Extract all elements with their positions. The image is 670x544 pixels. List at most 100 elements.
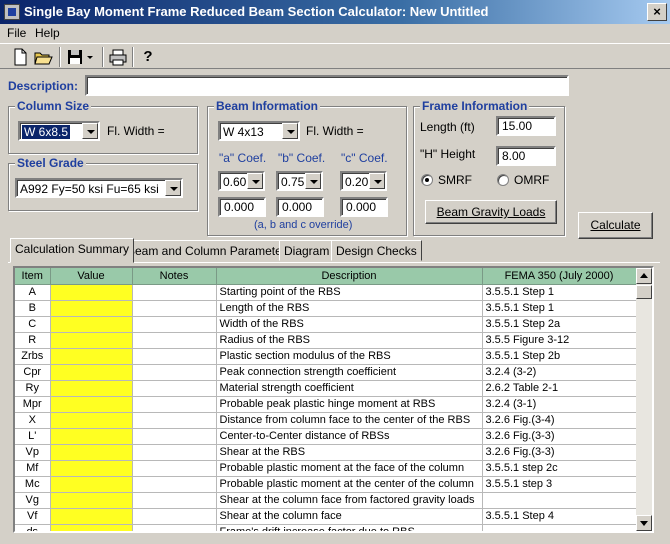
table-row[interactable]: ds Frame's drift increase factor due to R…	[15, 524, 637, 531]
save-disk-icon[interactable]	[65, 47, 85, 67]
scroll-thumb[interactable]	[636, 285, 652, 299]
calculate-button[interactable]: Calculate	[578, 212, 653, 239]
table-row[interactable]: Mpr Probable peak plastic hinge moment at…	[15, 396, 637, 413]
column-header-item[interactable]: Item	[15, 268, 51, 285]
save-dropdown-arrow-icon[interactable]	[84, 47, 96, 67]
cell-notes[interactable]	[132, 444, 217, 461]
tab-beam-column-parameters[interactable]: Beam and Column Parameters	[122, 240, 297, 261]
cell-description: Shear at the RBS	[216, 444, 483, 461]
cell-notes[interactable]	[132, 428, 217, 445]
cell-value[interactable]	[50, 428, 133, 445]
calculation-summary-grid[interactable]: Item Value Notes Description FEMA 350 (J…	[13, 266, 654, 533]
coef-c-select[interactable]: 0.20	[340, 171, 387, 191]
cell-value[interactable]	[50, 316, 133, 333]
close-button[interactable]: ×	[647, 3, 667, 21]
cell-value[interactable]	[50, 364, 133, 381]
cell-notes[interactable]	[132, 508, 217, 525]
cell-notes[interactable]	[132, 492, 217, 509]
coef-b-select[interactable]: 0.75	[276, 171, 323, 191]
override-c-input[interactable]: 0.000	[340, 197, 388, 217]
column-size-select[interactable]: W 6x8.5	[18, 121, 100, 141]
chevron-down-icon[interactable]	[247, 173, 263, 189]
cell-notes[interactable]	[132, 300, 217, 317]
table-row[interactable]: C Width of the RBS 3.5.5.1 Step 2a	[15, 316, 637, 333]
tab-diagram[interactable]: Diagram	[279, 240, 335, 261]
steel-grade-value: A992 Fy=50 ksi Fu=65 ksi	[20, 182, 159, 196]
cell-description: Distance from column face to the center …	[216, 412, 483, 429]
cell-item: A	[15, 284, 51, 301]
cell-notes[interactable]	[132, 348, 217, 365]
steel-grade-select[interactable]: A992 Fy=50 ksi Fu=65 ksi	[15, 178, 183, 198]
open-folder-icon[interactable]	[33, 47, 53, 67]
cell-value[interactable]	[50, 412, 133, 429]
cell-notes[interactable]	[132, 396, 217, 413]
table-row[interactable]: Cpr Peak connection strength coefficient 3…	[15, 364, 637, 381]
chevron-down-icon[interactable]	[165, 180, 181, 196]
table-row[interactable]: Vp Shear at the RBS 3.2.6 Fig.(3-3)	[15, 444, 637, 461]
tab-calculation-summary[interactable]: Calculation Summary	[10, 238, 135, 263]
table-row[interactable]: R Radius of the RBS 3.5.5 Figure 3-12	[15, 332, 637, 349]
cell-value[interactable]	[50, 332, 133, 349]
cell-item: Mc	[15, 476, 51, 493]
menu-help[interactable]: Help	[35, 26, 60, 40]
cell-value[interactable]	[50, 476, 133, 493]
table-row[interactable]: B Length of the RBS 3.5.5.1 Step 1	[15, 300, 637, 317]
table-row[interactable]: Vg Shear at the column face from factored…	[15, 492, 637, 509]
new-file-icon[interactable]	[10, 47, 30, 67]
cell-value[interactable]	[50, 284, 133, 301]
table-row[interactable]: Vf Shear at the column face 3.5.5.1 Step 4	[15, 508, 637, 525]
print-icon[interactable]	[108, 47, 128, 67]
table-row[interactable]: Mf Probable plastic moment at the face of…	[15, 460, 637, 477]
chevron-down-icon[interactable]	[282, 123, 298, 139]
height-input[interactable]: 8.00	[496, 146, 556, 166]
table-row[interactable]: Zrbs Plastic section modulus of the RBS 3.…	[15, 348, 637, 365]
cell-notes[interactable]	[132, 476, 217, 493]
menu-file[interactable]: File	[7, 26, 26, 40]
cell-value[interactable]	[50, 508, 133, 525]
chevron-down-icon[interactable]	[305, 173, 321, 189]
coef-a-select[interactable]: 0.60	[218, 171, 265, 191]
cell-value[interactable]	[50, 460, 133, 477]
override-a-input[interactable]: 0.000	[218, 197, 266, 217]
cell-notes[interactable]	[132, 332, 217, 349]
beam-gravity-loads-button[interactable]: Beam Gravity Loads	[425, 200, 557, 224]
cell-value[interactable]	[50, 444, 133, 461]
cell-notes[interactable]	[132, 380, 217, 397]
table-row[interactable]: L' Center-to-Center distance of RBSs 3.2.6…	[15, 428, 637, 445]
scroll-down-icon[interactable]	[636, 515, 652, 531]
scroll-up-icon[interactable]	[636, 268, 652, 284]
chevron-down-icon[interactable]	[369, 173, 385, 189]
cell-notes[interactable]	[132, 316, 217, 333]
description-label: Description:	[8, 79, 79, 93]
description-input[interactable]	[85, 75, 569, 96]
table-row[interactable]: X Distance from column face to the center…	[15, 412, 637, 429]
column-header-value[interactable]: Value	[50, 268, 133, 285]
column-header-description[interactable]: Description	[216, 268, 483, 285]
vertical-scrollbar[interactable]	[636, 268, 652, 531]
column-header-notes[interactable]: Notes	[132, 268, 217, 285]
omrf-radio[interactable]	[497, 174, 509, 186]
cell-value[interactable]	[50, 300, 133, 317]
cell-notes[interactable]	[132, 364, 217, 381]
smrf-radio[interactable]	[421, 174, 433, 186]
coef-b-value: 0.75	[281, 175, 305, 189]
length-input[interactable]: 15.00	[496, 116, 556, 136]
cell-value[interactable]	[50, 348, 133, 365]
beam-size-select[interactable]: W 4x13	[218, 121, 300, 141]
tab-design-checks[interactable]: Design Checks	[331, 240, 422, 261]
column-header-fema[interactable]: FEMA 350 (July 2000)	[482, 268, 637, 285]
table-row[interactable]: Ry Material strength coefficient 2.6.2 Tab…	[15, 380, 637, 397]
cell-value[interactable]	[50, 492, 133, 509]
table-row[interactable]: Mc Probable plastic moment at the center …	[15, 476, 637, 493]
chevron-down-icon[interactable]	[82, 123, 98, 139]
cell-value[interactable]	[50, 380, 133, 397]
table-row[interactable]: A Starting point of the RBS 3.5.5.1 Step 1	[15, 284, 637, 301]
cell-notes[interactable]	[132, 524, 217, 531]
override-b-input[interactable]: 0.000	[276, 197, 324, 217]
cell-value[interactable]	[50, 396, 133, 413]
cell-notes[interactable]	[132, 460, 217, 477]
help-icon[interactable]: ?	[138, 47, 158, 67]
cell-notes[interactable]	[132, 284, 217, 301]
cell-notes[interactable]	[132, 412, 217, 429]
cell-value[interactable]	[50, 524, 133, 531]
